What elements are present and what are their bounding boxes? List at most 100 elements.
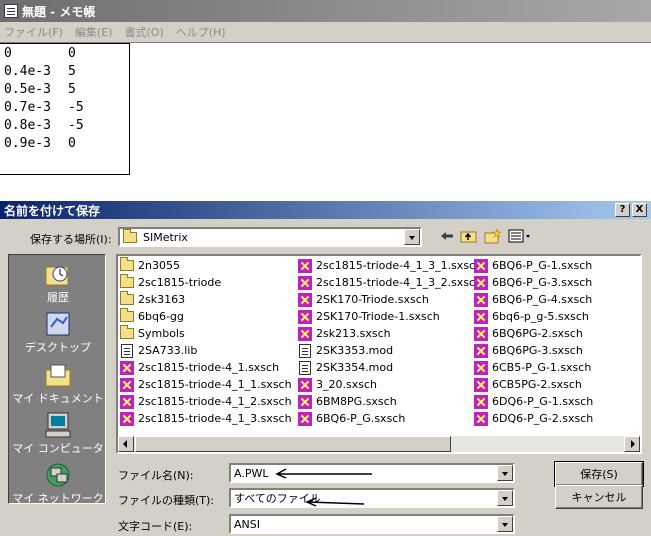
chevron-down-icon[interactable] [497, 490, 513, 506]
schematic-file-icon [474, 275, 488, 290]
save-in-dropdown[interactable]: SIMetrix [118, 227, 422, 247]
file-item[interactable]: 2sc1815-triode-4_1_3_2.sxsch [298, 274, 482, 291]
file-name: 6BQ6-P_G-4.sxsch [492, 293, 593, 306]
file-name: 2sc1815-triode-4_1.sxsch [138, 361, 280, 374]
file-name: 2sk213.sxsch [316, 327, 391, 340]
back-button[interactable] [436, 227, 458, 245]
file-name: 6CB5-P_G-1.sxsch [492, 361, 592, 374]
my-documents-icon [43, 362, 73, 388]
file-item[interactable]: 6BQ6PG-3.sxsch [474, 342, 593, 359]
schematic-file-icon [120, 360, 134, 375]
place-desktop[interactable]: デスクトップ [9, 311, 107, 355]
file-item[interactable]: 2sk3163 [120, 291, 292, 308]
file-item[interactable]: 2sc1815-triode-4_1_3.sxsch [120, 410, 292, 427]
file-item[interactable]: 2sc1815-triode-4_1_1.sxsch [120, 376, 292, 393]
file-item[interactable]: 2SK3353.mod [298, 342, 482, 359]
file-item[interactable]: 6BQ6-P_G.sxsch [298, 410, 482, 427]
scroll-right-button[interactable] [624, 436, 640, 452]
notepad-text-area[interactable]: 00 0.4e-3 5 0.5e-3 5 0.7e-3 -5 0.8e-3 -5 0.9… [0, 42, 651, 200]
chevron-down-icon[interactable] [497, 516, 513, 532]
schematic-file-icon [298, 411, 312, 426]
place-my-network[interactable]: マイ ネットワーク [9, 462, 107, 506]
file-item[interactable]: 6BQ6-P_G-1.sxsch [474, 257, 593, 274]
new-folder-button[interactable] [482, 227, 504, 245]
file-name: 2sc1815-triode-4_1_1.sxsch [138, 378, 292, 391]
file-item[interactable]: Symbols [120, 325, 292, 342]
chevron-down-icon[interactable] [497, 465, 513, 481]
schematic-file-icon [474, 326, 488, 341]
up-folder-button[interactable] [458, 227, 480, 245]
close-button[interactable]: X [632, 203, 647, 217]
schematic-file-icon [474, 377, 488, 392]
file-item[interactable]: 6CB5-P_G-1.sxsch [474, 359, 593, 376]
file-item[interactable]: 2sc1815-triode [120, 274, 292, 291]
file-item[interactable]: 2n3055 [120, 257, 292, 274]
file-item[interactable]: 6BQ6PG-2.sxsch [474, 325, 593, 342]
file-name: 6DQ6-P_G-2.sxsch [492, 412, 594, 425]
file-item[interactable]: 2sk213.sxsch [298, 325, 482, 342]
place-history[interactable]: 履歴 [9, 261, 107, 305]
place-my-documents[interactable]: マイ ドキュメント [9, 362, 107, 406]
file-item[interactable]: 2sc1815-triode-4_1_3_1.sxsch [298, 257, 482, 274]
file-list[interactable]: 2n3055 2sc1815-triode 2sk3163 6bq6-gg Symbol… [116, 254, 642, 454]
schematic-file-icon [474, 360, 488, 375]
file-name: 6BQ6PG-3.sxsch [492, 344, 583, 357]
filetype-label: ファイルの種類(T): [118, 494, 215, 507]
folder-icon [120, 291, 134, 305]
file-item[interactable]: 6bq6-p_g-5.sxsch [474, 308, 593, 325]
notepad-title: 無題 - メモ帳 [22, 4, 96, 19]
places-bar: 履歴 デスクトップ マイ ドキュメント マイ コンピュータ マイ ネットワーク [8, 254, 107, 506]
cancel-button[interactable]: キャンセル [555, 485, 643, 509]
folder-icon [120, 257, 134, 271]
schematic-file-icon [474, 394, 488, 409]
file-item[interactable]: 6DQ6-P_G-1.sxsch [474, 393, 593, 410]
text-line: 0.8e-3 -5 [4, 118, 84, 133]
horizontal-scrollbar[interactable] [118, 436, 640, 452]
file-item[interactable]: 2sc1815-triode-4_1_2.sxsch [120, 393, 292, 410]
file-item[interactable]: 2SK170-Triode-1.sxsch [298, 308, 482, 325]
menu-file[interactable]: ファイル(F) [4, 24, 63, 40]
file-name: 2SK170-Triode-1.sxsch [316, 310, 440, 323]
encoding-dropdown[interactable]: ANSI [229, 514, 515, 534]
file-item[interactable]: 6CB5PG-2.sxsch [474, 376, 593, 393]
document-icon [299, 360, 311, 375]
file-item[interactable]: 2sc1815-triode-4_1.sxsch [120, 359, 292, 376]
chevron-down-icon[interactable] [404, 229, 420, 245]
my-computer-icon [43, 412, 73, 438]
encoding-value: ANSI [234, 517, 260, 531]
file-name: 2SK3354.mod [316, 361, 394, 374]
file-item[interactable]: 6BQ6-P_G-4.sxsch [474, 291, 593, 308]
text-line: 0.7e-3 -5 [4, 100, 84, 115]
file-name: 6DQ6-P_G-1.sxsch [492, 395, 594, 408]
schematic-file-icon [298, 377, 312, 392]
place-my-computer[interactable]: マイ コンピュータ [9, 412, 107, 456]
filename-value: A.PWL [234, 466, 269, 480]
file-item[interactable]: 6BM8PG.sxsch [298, 393, 482, 410]
menu-edit[interactable]: 編集(E) [75, 24, 113, 40]
file-item[interactable]: 2SK3354.mod [298, 359, 482, 376]
file-item[interactable]: 6bq6-gg [120, 308, 292, 325]
file-item[interactable]: 6BQ6-P_G-3.sxsch [474, 274, 593, 291]
dialog-title: 名前を付けて保存 [4, 203, 101, 218]
file-item[interactable]: 6DQ6-P_G-2.sxsch [474, 410, 593, 427]
save-button[interactable]: 保存(S) [554, 461, 644, 487]
file-item[interactable]: 2SK170-Triode.sxsch [298, 291, 482, 308]
folder-icon [120, 325, 134, 339]
file-name: 2n3055 [138, 259, 180, 272]
menu-help[interactable]: ヘルプ(H) [176, 24, 226, 40]
file-column: 2n3055 2sc1815-triode 2sk3163 6bq6-gg Symbol… [120, 257, 292, 427]
file-name: Symbols [138, 327, 185, 340]
up-folder-icon [460, 231, 477, 243]
view-menu-button[interactable] [506, 227, 534, 245]
scroll-left-button[interactable] [118, 436, 134, 452]
dialog-title-bar[interactable]: 名前を付けて保存 [0, 201, 651, 219]
menu-format[interactable]: 書式(O) [124, 24, 163, 40]
scroll-thumb[interactable] [135, 436, 451, 452]
help-button[interactable]: ? [615, 203, 630, 217]
file-item[interactable]: 3_20.sxsch [298, 376, 482, 393]
file-item[interactable]: 2SA733.lib [120, 342, 292, 359]
notepad-title-bar[interactable]: 無題 - メモ帳 [0, 0, 651, 22]
encoding-label: 文字コード(E): [118, 520, 193, 533]
schematic-file-icon [474, 292, 488, 307]
schematic-file-icon [298, 326, 312, 341]
